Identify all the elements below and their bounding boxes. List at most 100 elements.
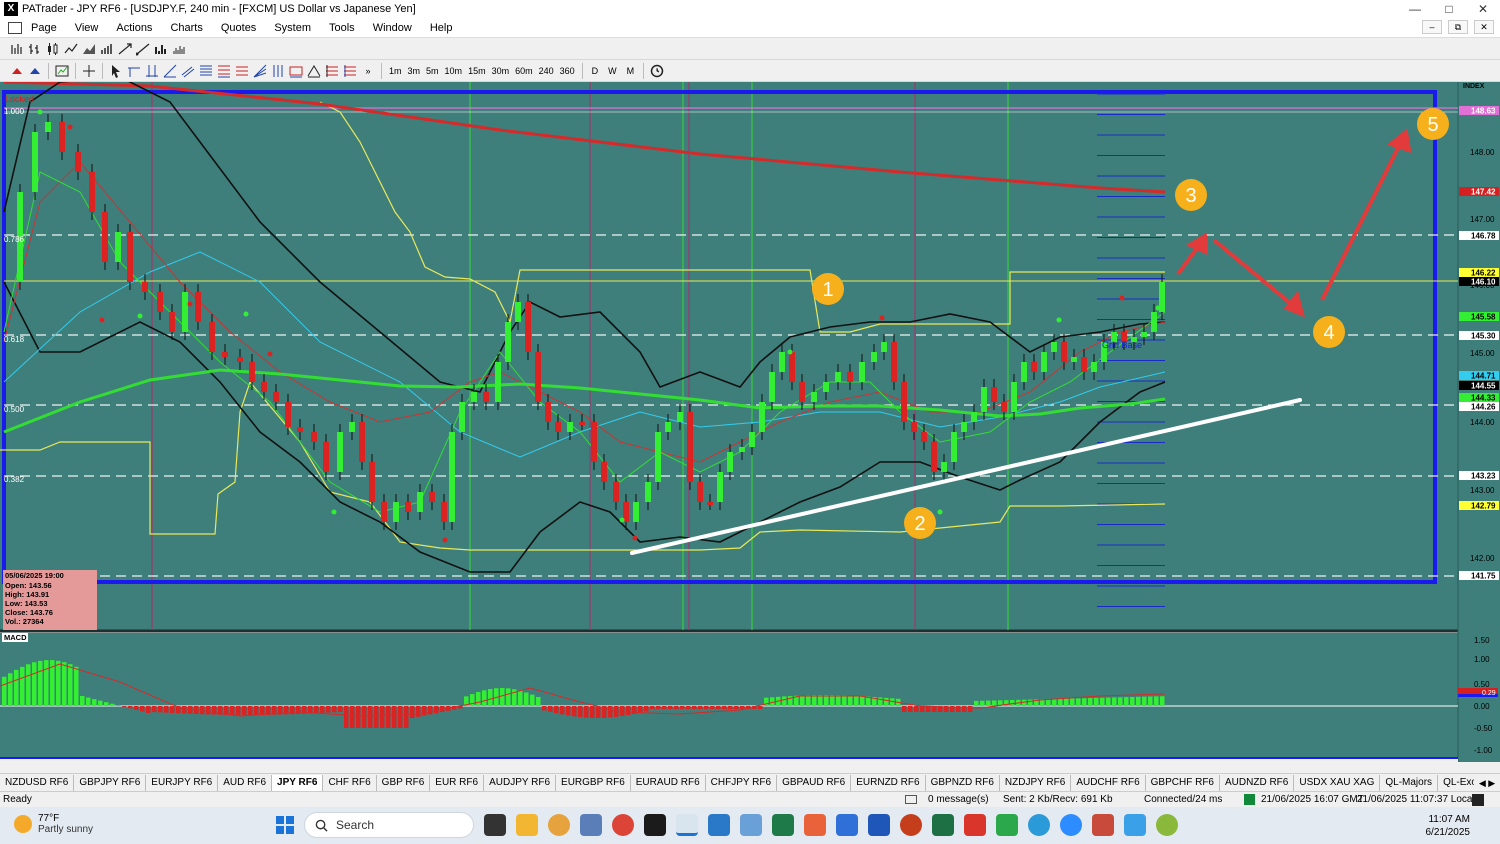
- timeframe-240-button[interactable]: 240: [536, 63, 557, 79]
- mdi-minimize-button[interactable]: –: [1422, 20, 1442, 34]
- volume-icon[interactable]: [171, 42, 187, 56]
- app-blue-icon[interactable]: [1124, 814, 1146, 836]
- weather-widget[interactable]: 77°F Partly sunny: [14, 813, 93, 835]
- minimize-button[interactable]: —: [1398, 2, 1432, 16]
- app-briefcase-icon[interactable]: [1092, 814, 1114, 836]
- close-button[interactable]: ✕: [1466, 2, 1500, 16]
- symbol-tab[interactable]: EURAUD RF6: [631, 774, 706, 791]
- price-chart[interactable]: Grid Base 1.000 0.786 0.618 0.500 0.382 Lock…: [0, 76, 1500, 771]
- fib-extension-icon[interactable]: [234, 64, 250, 78]
- notepad-icon[interactable]: [708, 814, 730, 836]
- symbol-tab[interactable]: AUDJPY RF6: [484, 774, 557, 791]
- symbol-tab[interactable]: GBPCHF RF6: [1146, 774, 1220, 791]
- more-tools-icon[interactable]: »: [360, 64, 376, 78]
- ohlc-chart-icon[interactable]: [27, 42, 43, 56]
- levels-alt-icon[interactable]: [342, 64, 358, 78]
- symbol-tab[interactable]: CHFJPY RF6: [706, 774, 778, 791]
- period-M-button[interactable]: M: [622, 63, 640, 79]
- vertical-line-icon[interactable]: [144, 64, 160, 78]
- app-c-green-icon[interactable]: [996, 814, 1018, 836]
- symbol-tab[interactable]: EURGBP RF6: [556, 774, 631, 791]
- clock-icon[interactable]: [649, 64, 665, 78]
- app-w-icon[interactable]: [1156, 814, 1178, 836]
- timeframe-30m-button[interactable]: 30m: [489, 63, 513, 79]
- word-icon[interactable]: [868, 814, 890, 836]
- chart-app-icon[interactable]: [772, 814, 794, 836]
- timeframe-3m-button[interactable]: 3m: [405, 63, 424, 79]
- trend-icon[interactable]: [117, 42, 133, 56]
- zoom-icon[interactable]: [1060, 814, 1082, 836]
- trend-line-icon[interactable]: [135, 42, 151, 56]
- timeframe-60m-button[interactable]: 60m: [512, 63, 536, 79]
- symbol-tab[interactable]: AUDCHF RF6: [1071, 774, 1146, 791]
- cursor-multi-icon[interactable]: [9, 64, 25, 78]
- timeframe-1m-button[interactable]: 1m: [386, 63, 405, 79]
- menu-charts[interactable]: Charts: [161, 22, 211, 34]
- start-button[interactable]: [276, 816, 294, 834]
- chart-panel[interactable]: Grid Base 1.000 0.786 0.618 0.500 0.382 Lock…: [0, 76, 1500, 771]
- patrader-icon[interactable]: [676, 814, 698, 836]
- channel-icon[interactable]: [180, 64, 196, 78]
- timeframe-15m-button[interactable]: 15m: [465, 63, 489, 79]
- fan-icon[interactable]: [252, 64, 268, 78]
- trading-app-icon[interactable]: [644, 814, 666, 836]
- menu-system[interactable]: System: [265, 22, 320, 34]
- symbol-tab[interactable]: GBPAUD RF6: [777, 774, 852, 791]
- draw-trend-icon[interactable]: [162, 64, 178, 78]
- symbol-tab[interactable]: EURJPY RF6: [146, 774, 219, 791]
- period-W-button[interactable]: W: [603, 63, 622, 79]
- crosshair-icon[interactable]: [81, 64, 97, 78]
- app-c-red-icon[interactable]: [964, 814, 986, 836]
- chart-settings-icon[interactable]: [54, 64, 70, 78]
- symbol-tab[interactable]: GBP RF6: [377, 774, 431, 791]
- bars-up-icon[interactable]: [99, 42, 115, 56]
- bar-chart-icon[interactable]: [9, 42, 25, 56]
- area-chart-icon[interactable]: [81, 42, 97, 56]
- app-s-blue-icon[interactable]: [836, 814, 858, 836]
- menu-view[interactable]: View: [66, 22, 108, 34]
- menu-quotes[interactable]: Quotes: [212, 22, 265, 34]
- file-explorer-icon[interactable]: [516, 814, 538, 836]
- period-D-button[interactable]: D: [587, 63, 604, 79]
- symbol-tab[interactable]: GBPNZD RF6: [926, 774, 1000, 791]
- line-chart-icon[interactable]: [63, 42, 79, 56]
- candle-chart-icon[interactable]: [45, 42, 61, 56]
- histogram-icon[interactable]: [153, 42, 169, 56]
- symbol-tab[interactable]: NZDUSD RF6: [0, 774, 75, 791]
- task-view-icon[interactable]: [484, 814, 506, 836]
- calculator-icon[interactable]: [580, 814, 602, 836]
- excel-icon[interactable]: [932, 814, 954, 836]
- symbol-tab[interactable]: QL-Majors: [1380, 774, 1439, 791]
- menu-help[interactable]: Help: [421, 22, 462, 34]
- menu-window[interactable]: Window: [364, 22, 421, 34]
- symbol-tab[interactable]: CHF RF6: [323, 774, 377, 791]
- maximize-button[interactable]: □: [1432, 2, 1466, 16]
- symbol-tab[interactable]: AUD RF6: [218, 774, 273, 791]
- fib-retrace-icon[interactable]: [216, 64, 232, 78]
- pointer-icon[interactable]: [108, 64, 124, 78]
- taskbar-search[interactable]: Search: [304, 812, 474, 838]
- grid-icon[interactable]: [270, 64, 286, 78]
- wave-icon[interactable]: [306, 64, 322, 78]
- symbol-tab[interactable]: EUR RF6: [430, 774, 485, 791]
- symbol-tab[interactable]: AUDNZD RF6: [1220, 774, 1295, 791]
- symbol-tab[interactable]: GBPJPY RF6: [74, 774, 147, 791]
- timeframe-360-button[interactable]: 360: [557, 63, 578, 79]
- screenshot-icon[interactable]: [740, 814, 762, 836]
- chrome-icon[interactable]: [612, 814, 634, 836]
- symbol-tab[interactable]: USDX XAU XAG: [1294, 774, 1381, 791]
- fibonacci-icon[interactable]: [198, 64, 214, 78]
- levels-icon[interactable]: [324, 64, 340, 78]
- symbol-tab[interactable]: NZDJPY RF6: [1000, 774, 1072, 791]
- timeframe-5m-button[interactable]: 5m: [423, 63, 442, 79]
- mdi-close-button[interactable]: ✕: [1474, 20, 1494, 34]
- powerpoint-icon[interactable]: [900, 814, 922, 836]
- menu-page[interactable]: Page: [22, 22, 66, 34]
- timeframe-10m-button[interactable]: 10m: [442, 63, 466, 79]
- page-menu-icon[interactable]: [8, 21, 22, 34]
- symbol-tab[interactable]: JPY RF6: [272, 774, 324, 791]
- telegram-icon[interactable]: [1028, 814, 1050, 836]
- tab-scroll-arrows[interactable]: ◀ ▶: [1474, 774, 1500, 791]
- mdi-restore-button[interactable]: ⧉: [1448, 20, 1468, 34]
- cursor-alt-icon[interactable]: [27, 64, 43, 78]
